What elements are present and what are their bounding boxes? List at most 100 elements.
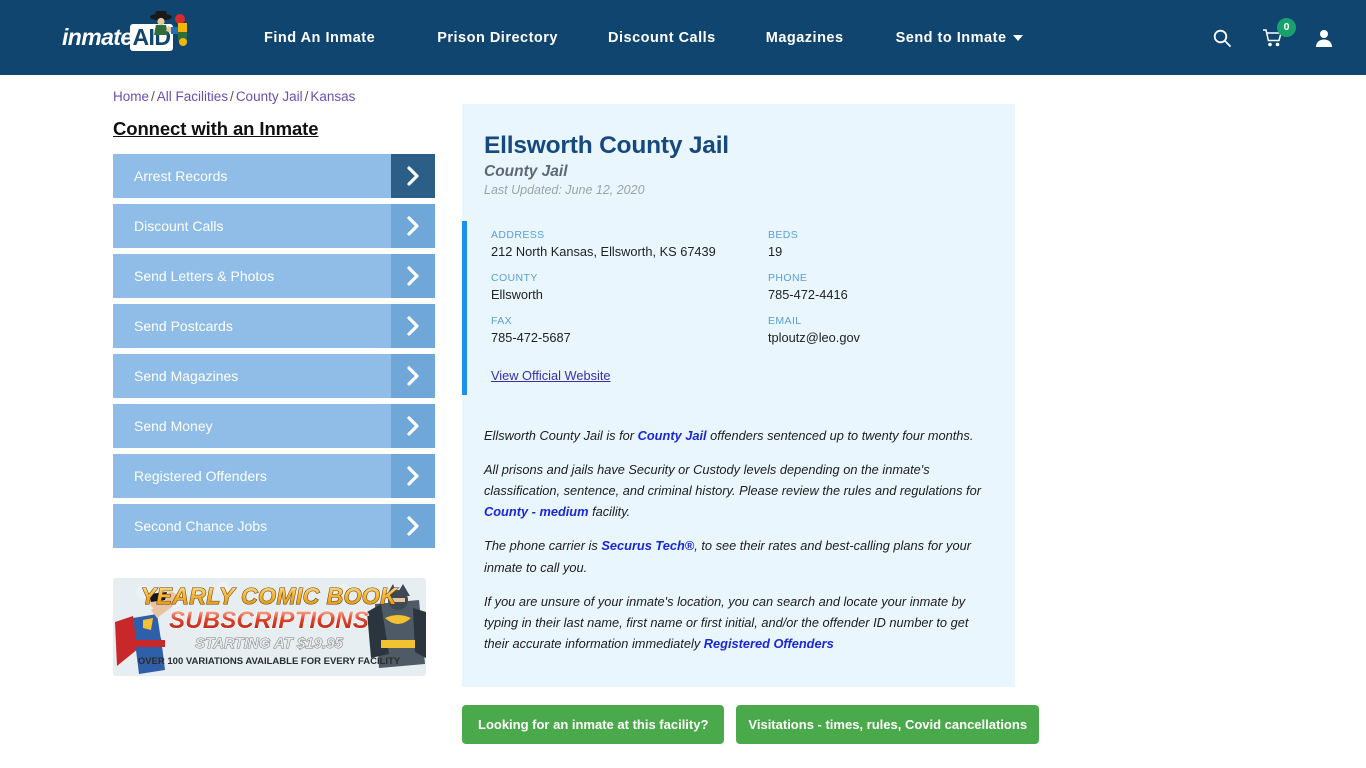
svg-text:YEARLY COMIC BOOK: YEARLY COMIC BOOK <box>141 583 398 609</box>
main-content: Ellsworth County Jail County Jail Last U… <box>462 104 1040 744</box>
breadcrumb-item-kansas[interactable]: Kansas <box>310 89 355 104</box>
sidebar-item-label: Send Money <box>134 418 213 434</box>
desc-p1-link-county-jail[interactable]: County Jail <box>638 428 707 443</box>
breadcrumb-item-county-jail[interactable]: County Jail <box>236 89 303 104</box>
page-title: Ellsworth County Jail <box>484 132 729 159</box>
desc-p1-text-b: offenders sentenced up to twenty four mo… <box>706 428 974 443</box>
chevron-right-icon <box>391 304 435 348</box>
facility-card: Ellsworth County Jail County Jail Last U… <box>462 104 1015 687</box>
sidebar-item-send-money[interactable]: Send Money <box>113 404 435 448</box>
detail-label: PHONE <box>768 272 808 284</box>
nav-item-send-to-inmate-label: Send to Inmate <box>895 29 1007 46</box>
detail-phone: PHONE 785-472-4416 <box>768 272 1015 302</box>
desc-p2-text-b: facility. <box>588 504 631 520</box>
sidebar: Connect with an Inmate Arrest Records Di… <box>113 104 435 744</box>
desc-p2-text-a: All prisons and jails have Security or C… <box>484 462 981 499</box>
visitations-button[interactable]: Visitations - times, rules, Covid cancel… <box>736 704 1040 744</box>
detail-value: 19 <box>768 244 783 259</box>
chevron-right-icon <box>391 204 435 248</box>
sidebar-item-send-postcards[interactable]: Send Postcards <box>113 304 435 348</box>
desc-p3-text-a: The phone carrier is <box>484 538 602 554</box>
detail-beds: BEDS 19 <box>768 229 1015 259</box>
detail-value: Ellsworth <box>491 287 543 302</box>
sidebar-item-label: Send Letters & Photos <box>134 268 275 284</box>
detail-label: BEDS <box>768 229 799 241</box>
site-logo[interactable]: inmateAID <box>62 10 212 64</box>
description-paragraph-2: All prisons and jails have Security or C… <box>484 459 993 522</box>
detail-county: COUNTY Ellsworth <box>491 272 768 302</box>
desc-p1-text-a: Ellsworth County Jail is for <box>484 428 638 443</box>
sidebar-item-discount-calls[interactable]: Discount Calls <box>113 204 435 248</box>
desc-p2-link-county-medium[interactable]: County - medium <box>484 504 589 519</box>
detail-fax: FAX 785-472-5687 <box>491 315 768 345</box>
nav-item-magazines[interactable]: Magazines <box>766 22 844 54</box>
svg-text:SUBSCRIPTIONS: SUBSCRIPTIONS <box>169 607 369 634</box>
cta-button-row: Looking for an inmate at this facility? … <box>462 704 1040 744</box>
svg-text:OVER 100 VARIATIONS AVAILABLE: OVER 100 VARIATIONS AVAILABLE FOR EVERY … <box>138 656 401 667</box>
sidebar-title: Connect with an Inmate <box>113 118 319 139</box>
view-official-website-link[interactable]: View Official Website <box>491 368 611 383</box>
detail-address: ADDRESS 212 North Kansas, Ellsworth, KS … <box>491 229 768 259</box>
breadcrumb-item-home[interactable]: Home <box>113 89 149 104</box>
facility-header: Ellsworth County Jail County Jail Last U… <box>462 122 1015 197</box>
facility-details: ADDRESS 212 North Kansas, Ellsworth, KS … <box>462 221 1015 395</box>
sidebar-item-label: Registered Offenders <box>134 468 267 484</box>
logo-wordmark: inmateAID <box>62 24 174 51</box>
cart-count-badge: 0 <box>1277 17 1296 37</box>
nav-icon-group: 0 <box>1212 17 1334 48</box>
detail-value: 785-472-4416 <box>768 287 848 302</box>
page-body: Connect with an Inmate Arrest Records Di… <box>0 104 1366 744</box>
sidebar-item-arrest-records[interactable]: Arrest Records <box>113 154 435 198</box>
chevron-right-icon <box>391 454 435 498</box>
svg-text:STARTING AT $19.95: STARTING AT $19.95 <box>195 635 343 652</box>
chevron-right-icon <box>391 404 435 448</box>
nav-item-prison-directory[interactable]: Prison Directory <box>437 22 558 54</box>
chevron-right-icon <box>391 154 435 198</box>
desc-p3-link-securus-tech[interactable]: Securus Tech® <box>601 538 694 553</box>
official-website-row: View Official Website <box>491 367 1015 385</box>
facility-type: County Jail <box>484 163 568 180</box>
detail-label: EMAIL <box>768 315 802 327</box>
desc-p4-link-registered-offenders[interactable]: Registered Offenders <box>704 636 834 651</box>
detail-email: EMAIL tploutz@leo.gov <box>768 315 1015 345</box>
chevron-down-icon <box>1012 34 1023 41</box>
ad-artwork: YEARLY COMIC BOOK SUBSCRIPTIONS STARTING… <box>113 578 426 676</box>
comic-book-subscription-ad[interactable]: YEARLY COMIC BOOK SUBSCRIPTIONS STARTING… <box>113 578 426 676</box>
logo-aid-badge: AID <box>129 24 174 51</box>
sidebar-item-send-letters-photos[interactable]: Send Letters & Photos <box>113 254 435 298</box>
breadcrumb-separator: / <box>230 89 234 104</box>
description-paragraph-1: Ellsworth County Jail is for County Jail… <box>484 425 993 446</box>
sidebar-item-label: Arrest Records <box>134 168 228 184</box>
user-icon[interactable] <box>1314 28 1334 48</box>
detail-label: FAX <box>491 315 513 327</box>
last-updated: Last Updated: June 12, 2020 <box>484 183 645 197</box>
top-navigation-bar: inmateAID Find An Inmate Prison Director… <box>0 0 1366 75</box>
breadcrumb-item-all-facilities[interactable]: All Facilities <box>157 89 228 104</box>
description-paragraph-4: If you are unsure of your inmate's locat… <box>484 591 993 654</box>
looking-for-inmate-button[interactable]: Looking for an inmate at this facility? <box>462 704 725 744</box>
sidebar-item-label: Send Postcards <box>134 318 233 334</box>
primary-nav: Find An Inmate Prison Directory Discount… <box>264 22 1172 54</box>
breadcrumb: Home / All Facilities / County Jail / Kansas <box>0 75 1366 104</box>
detail-label: COUNTY <box>491 272 538 284</box>
breadcrumb-separator: / <box>304 89 309 104</box>
sidebar-item-label: Second Chance Jobs <box>134 518 268 534</box>
nav-item-discount-calls[interactable]: Discount Calls <box>608 22 716 54</box>
chevron-right-icon <box>391 254 435 298</box>
detail-value: tploutz@leo.gov <box>768 330 860 345</box>
chevron-right-icon <box>391 354 435 398</box>
nav-item-send-to-inmate[interactable]: Send to Inmate <box>896 22 1023 54</box>
sidebar-item-send-magazines[interactable]: Send Magazines <box>113 354 435 398</box>
search-icon[interactable] <box>1212 28 1232 48</box>
sidebar-item-second-chance-jobs[interactable]: Second Chance Jobs <box>113 504 435 548</box>
breadcrumb-separator: / <box>151 89 155 104</box>
detail-label: ADDRESS <box>491 229 545 241</box>
sidebar-item-label: Discount Calls <box>134 218 224 234</box>
facility-description: Ellsworth County Jail is for County Jail… <box>462 395 1015 654</box>
detail-value: 212 North Kansas, Ellsworth, KS 67439 <box>491 244 716 259</box>
nav-item-find-an-inmate[interactable]: Find An Inmate <box>264 22 375 54</box>
description-paragraph-3: The phone carrier is Securus Tech®, to s… <box>484 535 993 577</box>
cart-icon[interactable]: 0 <box>1262 17 1296 48</box>
detail-value: 785-472-5687 <box>491 330 571 345</box>
sidebar-item-registered-offenders[interactable]: Registered Offenders <box>113 454 435 498</box>
